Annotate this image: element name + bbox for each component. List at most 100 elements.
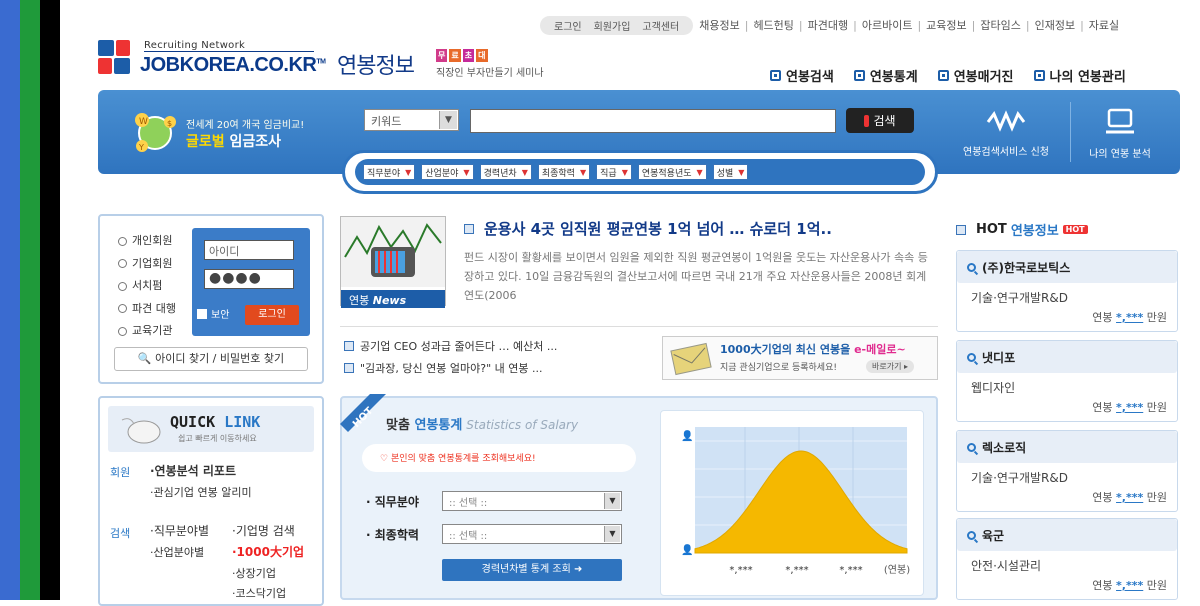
filter-career-years[interactable]: 경력년차 ▼	[479, 164, 532, 180]
filter-industry[interactable]: 산업분야 ▼	[421, 164, 474, 180]
nav-link-archive[interactable]: 자료실	[1089, 17, 1119, 33]
hot-salary-card[interactable]: 육군 안전·시설관리 연봉 *,*** 만원	[956, 518, 1178, 600]
radio-personal[interactable]: 개인회원	[118, 230, 176, 253]
radio-searchfirm[interactable]: 서치펌	[118, 275, 176, 298]
wave-icon	[986, 110, 1026, 132]
bullet-icon	[344, 363, 354, 373]
square-bullet-icon	[770, 70, 781, 81]
id-input[interactable]: 아이디	[204, 240, 294, 260]
nav-link-education[interactable]: 교육정보	[926, 17, 966, 33]
main-nav: 연봉검색 연봉통계 연봉매거진 나의 연봉관리	[770, 66, 1126, 85]
hot-salary-title: HOT 연봉정보 HOT	[956, 220, 1088, 239]
hot-salary-card[interactable]: (주)한국로보틱스 기술·연구개발R&D 연봉 *,*** 만원	[956, 250, 1178, 332]
bullet-icon	[464, 223, 474, 234]
quick-link-by-industry[interactable]: ·산업분야별	[150, 544, 204, 560]
login-button[interactable]: 로그인	[245, 305, 299, 325]
login-link[interactable]: 로그인	[554, 18, 582, 33]
search-icon	[967, 352, 976, 362]
side-stripe-blue	[0, 0, 20, 600]
nav-salary-stats[interactable]: 연봉통계	[853, 66, 918, 85]
search-input[interactable]	[470, 109, 836, 133]
chevron-down-icon: ▼	[521, 167, 528, 177]
quick-link-1000-companies[interactable]: ·1000大기업	[232, 543, 304, 560]
salary-news-thumbnail[interactable]: 연봉 News	[340, 216, 446, 308]
search-icon: 🔍	[137, 352, 152, 365]
square-bullet-icon	[853, 70, 865, 81]
find-id-password-button[interactable]: 🔍 아이디 찾기 / 비밀번호 찾기	[114, 347, 308, 371]
logo-mark-icon	[98, 40, 134, 76]
nav-link-parttime[interactable]: 아르바이트	[862, 17, 913, 33]
quick-link-company-search[interactable]: ·기업명 검색	[232, 522, 295, 539]
quick-link-listed[interactable]: ·상장기업	[232, 565, 276, 581]
nav-link-talent[interactable]: 인재정보	[1035, 17, 1075, 33]
square-bullet-icon	[1033, 70, 1045, 81]
envelope-icon	[670, 342, 712, 376]
hot-salary-card[interactable]: 냇디포 웹디자인 연봉 *,*** 만원	[956, 340, 1178, 422]
nav-salary-magazine[interactable]: 연봉매거진	[937, 66, 1014, 85]
radio-dispatch[interactable]: 파견 대행	[118, 298, 176, 321]
ad-go-button[interactable]: 바로가기 ▸	[866, 360, 914, 373]
help-center-link[interactable]: 고객센터	[642, 18, 679, 33]
radio-education[interactable]: 교육기관	[118, 320, 176, 343]
chevron-down-icon: ▼	[621, 167, 628, 177]
nav-link-jobs[interactable]: 채용정보	[699, 17, 739, 33]
filter-job-field[interactable]: 직무분야 ▼	[363, 164, 416, 180]
nav-my-salary[interactable]: 나의 연봉관리	[1033, 66, 1126, 85]
filter-position[interactable]: 직급 ▼	[596, 164, 632, 180]
hot-salary-card[interactable]: 렉소로직 기술·연구개발R&D 연봉 *,*** 만원	[956, 430, 1178, 512]
quick-link-by-job[interactable]: ·직무분야별	[150, 522, 209, 539]
divider	[340, 326, 938, 327]
secure-checkbox[interactable]: 보안	[197, 306, 229, 321]
salary-service-apply[interactable]: 연봉검색서비스 신청	[956, 110, 1056, 158]
quick-link-member-label: 회원	[110, 466, 131, 479]
ad-subtitle: 지금 관심기업으로 등록하세요!	[720, 363, 837, 373]
global-survey-link[interactable]: 전세계 20여 개국 임금비교! 글로벌 임금조사	[186, 116, 304, 151]
bullet-icon	[956, 224, 966, 235]
filter-gender[interactable]: 성별 ▼	[712, 164, 749, 180]
svg-text:HOT: HOT	[351, 405, 376, 430]
quick-link-kosdaq[interactable]: ·코스닥기업	[232, 585, 286, 601]
x-tick-label: *,***	[839, 565, 862, 576]
filter-salary-year[interactable]: 연봉적용년도 ▼	[637, 164, 707, 180]
stats-notice: ♡ 본인의 맞춤 연봉통계를 조회해보세요!	[362, 444, 636, 472]
radio-company[interactable]: 기업회원	[118, 253, 176, 276]
quick-link-salary-report[interactable]: ·연봉분석 리포트	[150, 462, 236, 479]
search-type-select[interactable]: 키워드 ▼	[364, 109, 459, 131]
password-input[interactable]: ●●●●	[204, 269, 294, 289]
job-field-select[interactable]: :: 선택 :: ▼	[442, 491, 622, 511]
tv-chart-icon	[341, 217, 445, 287]
career-stats-button[interactable]: 경력년차별 통계 조회 ➜	[442, 559, 622, 581]
news-item[interactable]: 공기업 CEO 성과급 줄어든다 … 예산처 ...	[344, 338, 557, 354]
divider	[1070, 102, 1071, 162]
jobkorea-logo[interactable]: Recruiting Network JOBKOREA.CO.KRTM	[98, 40, 328, 82]
logo-tagline: Recruiting Network	[144, 40, 246, 51]
utility-nav: 로그인 회원가입 고객센터 채용정보 | 헤드헌팅 | 파견대행 | 아르바이트 | 교…	[540, 14, 1190, 36]
quick-link-company-alert[interactable]: ·관심기업 연봉 알리미	[150, 484, 252, 500]
svg-text:$: $	[167, 119, 172, 128]
education-label: · 최종학력	[366, 528, 419, 542]
chart-svg: 👤 👤 *,*** *,*** *,*** (연봉)	[681, 427, 910, 576]
search-button[interactable]: 검색	[846, 108, 914, 133]
custom-stats-title: 맞춤 연봉통계 Statistics of Salary	[386, 418, 579, 433]
x-tick-label: *,***	[729, 565, 752, 576]
chevron-down-icon: ▼	[405, 167, 412, 177]
chevron-down-icon: ▼	[738, 167, 745, 177]
filter-education[interactable]: 최종학력 ▼	[537, 164, 591, 180]
signup-link[interactable]: 회원가입	[594, 18, 631, 33]
education-select[interactable]: :: 선택 :: ▼	[442, 524, 622, 544]
chevron-down-icon: ▼	[604, 493, 620, 509]
nav-link-jobtimes[interactable]: 잡타임스	[980, 17, 1020, 33]
news-headline[interactable]: 운용사 4곳 임직원 평균연봉 1억 넘어 … 슈로더 1억..	[464, 218, 832, 239]
my-salary-analysis[interactable]: 나의 연봉 분석	[1080, 108, 1160, 160]
nav-link-dispatch[interactable]: 파견대행	[808, 17, 848, 33]
seminar-banner[interactable]: 무료초대 직장인 부자만들기 세미나	[436, 49, 544, 79]
nav-salary-search[interactable]: 연봉검색	[770, 66, 834, 85]
nav-link-headhunting[interactable]: 헤드헌팅	[753, 17, 793, 33]
globe-coins-icon[interactable]: W $ Y	[130, 108, 180, 158]
chevron-down-icon: ▼	[439, 111, 457, 129]
chevron-down-icon: ▼	[463, 167, 470, 177]
search-icon	[967, 530, 976, 540]
svg-text:Y: Y	[138, 143, 144, 152]
quick-link-subtitle: 쉽고 빠르게 이동하세요	[178, 434, 257, 443]
news-item[interactable]: "김과장, 당신 연봉 얼마야?" 내 연봉 ...	[344, 360, 542, 376]
